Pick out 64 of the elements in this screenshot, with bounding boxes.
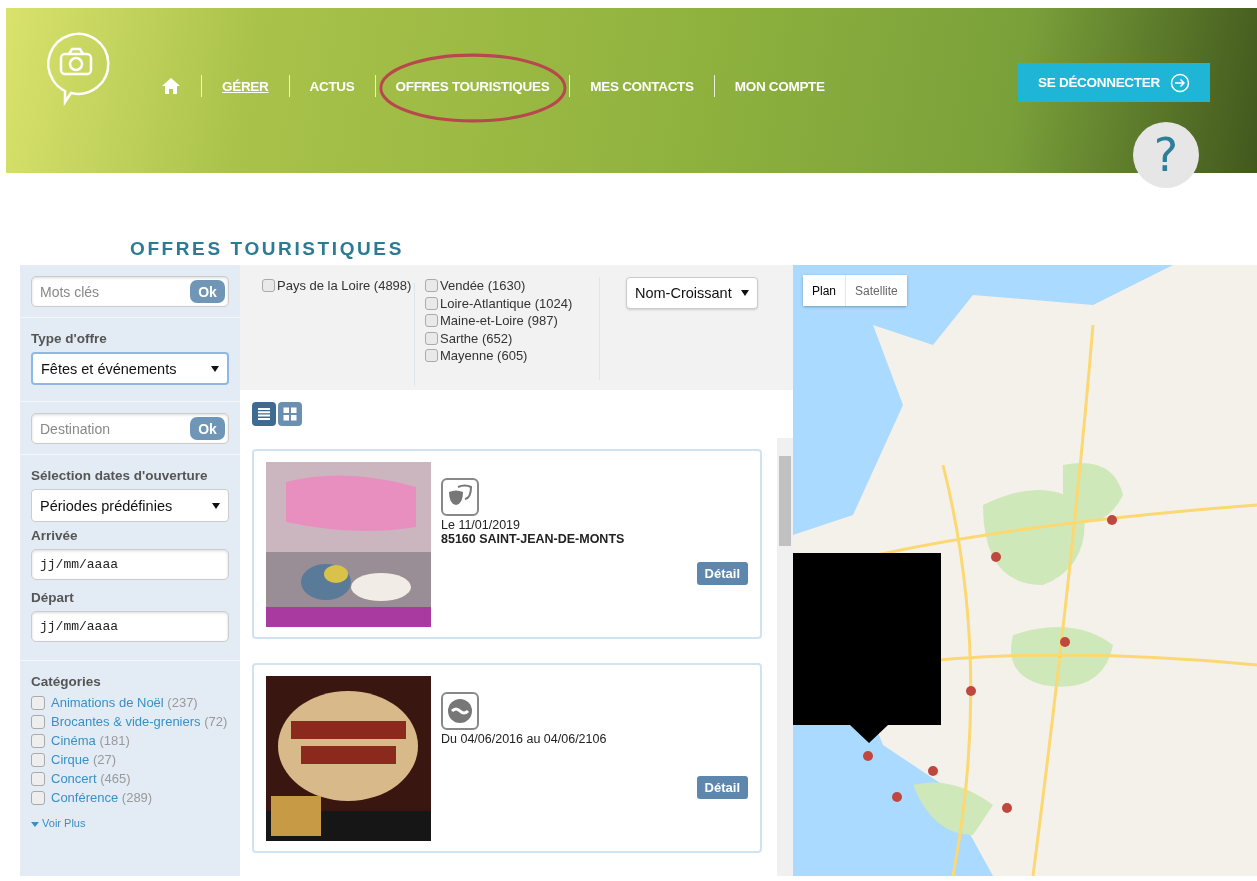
checkbox-label: Maine-et-Loire (987) [440,312,558,330]
checkbox[interactable] [31,696,45,710]
checkbox-label: Pays de la Loire (4898) [277,277,412,295]
checkbox[interactable] [425,349,438,363]
checkbox[interactable] [425,314,438,328]
date-field[interactable]: jj/mm/aaaa [31,611,229,642]
logout-button[interactable]: SE DÉCONNECTER [1018,63,1210,102]
field-label: Départ [31,590,75,605]
detail-button[interactable]: Détail [696,776,748,799]
checkbox[interactable] [31,753,45,767]
offer-type-select[interactable]: Fêtes et événements [31,352,229,385]
event-date: Du 04/06/2016 au 04/06/2106 [441,732,608,746]
grid-icon [282,406,298,422]
caret-icon [211,365,219,372]
map-type-tab[interactable]: Satellite [846,275,907,306]
field-label: Arrivée [31,528,79,543]
sort-select[interactable]: Nom-Croissant [626,277,758,309]
period-select[interactable]: Périodes prédéfinies [31,489,229,522]
list-icon [256,406,272,422]
section-label: Catégories [31,674,102,689]
event-location: 85160 SAINT-JEAN-DE-MONTS [441,532,626,546]
checkbox[interactable] [31,791,45,805]
ok-button[interactable]: Ok [190,417,225,440]
checkbox[interactable] [31,772,45,786]
nav-link[interactable]: MES CONTACTS [590,78,694,94]
category-link[interactable]: Concert (465) [51,771,131,786]
checkbox-label: Mayenne (605) [440,347,528,365]
date-field[interactable]: jj/mm/aaaa [31,549,229,580]
caret-icon [741,290,749,296]
checkbox-label: Loire-Atlantique (1024) [440,294,573,312]
checkbox[interactable] [425,279,438,293]
field-label: Type d'offre [31,331,108,346]
nav-link[interactable]: GÉRER [222,78,269,94]
event-date: Le 11/01/2019 [441,518,521,532]
nav-link[interactable]: MON COMPTE [734,78,825,94]
category-link[interactable]: Cirque (27) [51,752,117,767]
field-label: Sélection dates d'ouverture [31,468,209,483]
category-link[interactable]: Conférence (289) [51,790,153,805]
scrollbar[interactable] [777,438,793,876]
checkbox[interactable] [262,279,275,293]
caret-icon [31,822,39,827]
nav-link[interactable]: OFFRES TOURISTIQUES [395,78,550,94]
see-more-link[interactable]: Voir Plus [31,817,229,829]
page-title: OFFRES TOURISTIQUES [130,239,405,259]
category-link[interactable]: Animations de Noël (237) [51,695,198,710]
arrow-right-icon [1169,72,1190,93]
nav-link[interactable]: ACTUS [309,78,355,94]
theater-masks-icon [441,478,479,516]
checkbox[interactable] [31,715,45,729]
category-link[interactable]: Brocantes & vide-greniers (72) [51,714,228,729]
detail-button[interactable]: Détail [696,562,748,585]
ok-button[interactable]: Ok [190,280,225,303]
checkbox[interactable] [425,296,438,310]
checkbox[interactable] [425,331,438,345]
checkbox-label: Vendée (1630) [440,277,526,295]
home-icon[interactable] [161,77,181,95]
checkbox[interactable] [31,734,45,748]
category-link[interactable]: Cinéma (181) [51,733,130,748]
caret-icon [212,502,220,509]
grid-view-button[interactable] [278,402,302,426]
help-button[interactable]: ? [1133,122,1199,188]
list-view-button[interactable] [252,402,276,426]
map-type-tab[interactable]: Plan [803,275,847,306]
checkbox-label: Sarthe (652) [440,329,513,347]
